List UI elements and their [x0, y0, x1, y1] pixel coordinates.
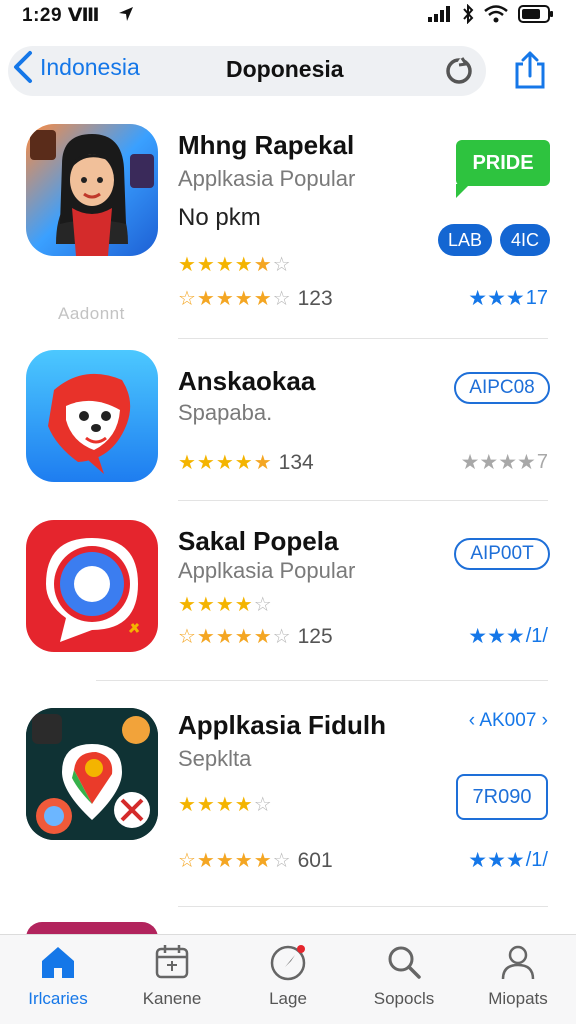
app-icon-chat[interactable]: [26, 520, 158, 652]
rating-count: 134: [278, 450, 314, 474]
right-rating-count: 17: [525, 287, 548, 309]
navigation-bar: Indonesia Doponesia: [0, 36, 576, 102]
app-icon-map[interactable]: [26, 708, 158, 840]
app-icon-avatar[interactable]: [26, 124, 158, 256]
get-button-label: AIPC08: [469, 377, 535, 398]
woman-avatar-icon: [26, 124, 158, 256]
status-icons: [428, 4, 554, 24]
divider: [178, 338, 548, 339]
right-rating: ★★★ 17: [468, 287, 548, 310]
tab-search[interactable]: Sopocls: [349, 943, 459, 1021]
right-rating-count: /1/: [525, 625, 548, 647]
back-label: Indonesia: [40, 53, 140, 80]
rating-count: 601: [297, 848, 333, 872]
price-box[interactable]: 7R090: [456, 774, 548, 820]
chip-left-label: LAB: [447, 229, 483, 250]
home-icon: [42, 947, 74, 978]
tab-calendar[interactable]: Kanene: [117, 943, 227, 1021]
chip-left[interactable]: LAB: [438, 224, 492, 256]
tab-label: Lage: [269, 989, 307, 1008]
get-button-label: AIP00T: [470, 543, 534, 564]
location-icon: [119, 7, 133, 21]
reload-icon[interactable]: [444, 56, 474, 86]
right-rating-count: 7: [536, 451, 548, 473]
back-chevron-icon: [14, 51, 32, 83]
battery-icon: [518, 5, 553, 23]
divider: [178, 500, 548, 501]
star-rating: ★★★★ ☆: [178, 794, 273, 816]
right-rating: ★★★/1/: [468, 849, 548, 872]
status-bar: 1:29 Ⅷ: [0, 0, 576, 30]
divider: [178, 906, 548, 907]
signal-icon: [428, 6, 450, 22]
wifi-icon: [484, 5, 508, 23]
calendar-icon: [155, 945, 189, 979]
price-box-label: 7R090: [472, 785, 532, 808]
rating-count: 125: [297, 624, 333, 648]
person-icon: [501, 945, 535, 980]
tab-profile[interactable]: Miopats: [463, 943, 573, 1021]
fox-icon: [26, 350, 158, 482]
page-title: Doponesia: [226, 56, 344, 82]
right-rating: ★★★/1/: [468, 625, 548, 648]
tab-compass[interactable]: Lage: [233, 943, 343, 1021]
app-caption: Aadonnt: [58, 304, 125, 323]
app-name[interactable]: Mhng Rapekal: [178, 130, 354, 161]
star-rating: ★★★★ ★ 134: [178, 450, 314, 475]
star-rating-secondary: ☆★★★★ ☆ 123: [178, 286, 333, 311]
get-button[interactable]: AIP00T: [454, 538, 550, 570]
chip-right[interactable]: 4IC: [500, 224, 550, 256]
share-icon[interactable]: [512, 50, 548, 90]
get-button[interactable]: AIPC08: [454, 372, 550, 404]
right-rating: ★★★★ 7: [460, 451, 548, 474]
app-subtitle: Sepklta: [178, 746, 252, 771]
app-name[interactable]: Applkasia Fidulh: [178, 710, 386, 741]
version-link[interactable]: ‹ AK007 ›: [469, 710, 548, 732]
app-subtitle: Applkasia Popular: [178, 166, 356, 191]
divider: [96, 680, 548, 681]
back-button[interactable]: Indonesia: [12, 50, 140, 84]
rating-count: 123: [297, 286, 333, 310]
chat-bubble-icon: [26, 520, 158, 652]
chip-right-label: 4IC: [511, 229, 540, 250]
tab-label: Kanene: [142, 989, 202, 1008]
search-icon: [388, 946, 421, 979]
map-pin-icon: [26, 708, 158, 840]
tab-bar: Irlcaries Kanene Lage Sopocls Miopats: [0, 934, 576, 1024]
tab-label: Sopocls: [373, 989, 435, 1008]
price-badge-label: PRIDE: [472, 151, 534, 174]
price-badge[interactable]: PRIDE: [456, 140, 550, 198]
app-name[interactable]: Sakal Popela: [178, 526, 338, 557]
tab-label: Irlcaries: [28, 989, 88, 1008]
app-name[interactable]: Anskaokaa: [178, 366, 315, 397]
app-extra: No pkm: [178, 204, 261, 231]
tab-label: Miopats: [488, 989, 548, 1008]
star-rating-secondary: ☆★★★★ ☆ 125: [178, 624, 333, 649]
compass-icon: [270, 945, 306, 981]
app-subtitle: Applkasia Popular: [178, 558, 356, 583]
right-rating-count: /1/: [525, 849, 548, 871]
tab-home[interactable]: Irlcaries: [3, 943, 113, 1021]
star-rating-secondary: ☆★★★★ ☆ 601: [178, 848, 333, 873]
status-time: 1:29 Ⅷ: [22, 5, 101, 26]
bluetooth-icon: [463, 4, 474, 24]
app-icon-fox[interactable]: [26, 350, 158, 482]
star-rating: ★★★★ ★ ☆: [178, 254, 292, 276]
app-subtitle: Spapaba.: [178, 400, 273, 425]
star-rating: ★★★★ ☆: [178, 594, 273, 616]
